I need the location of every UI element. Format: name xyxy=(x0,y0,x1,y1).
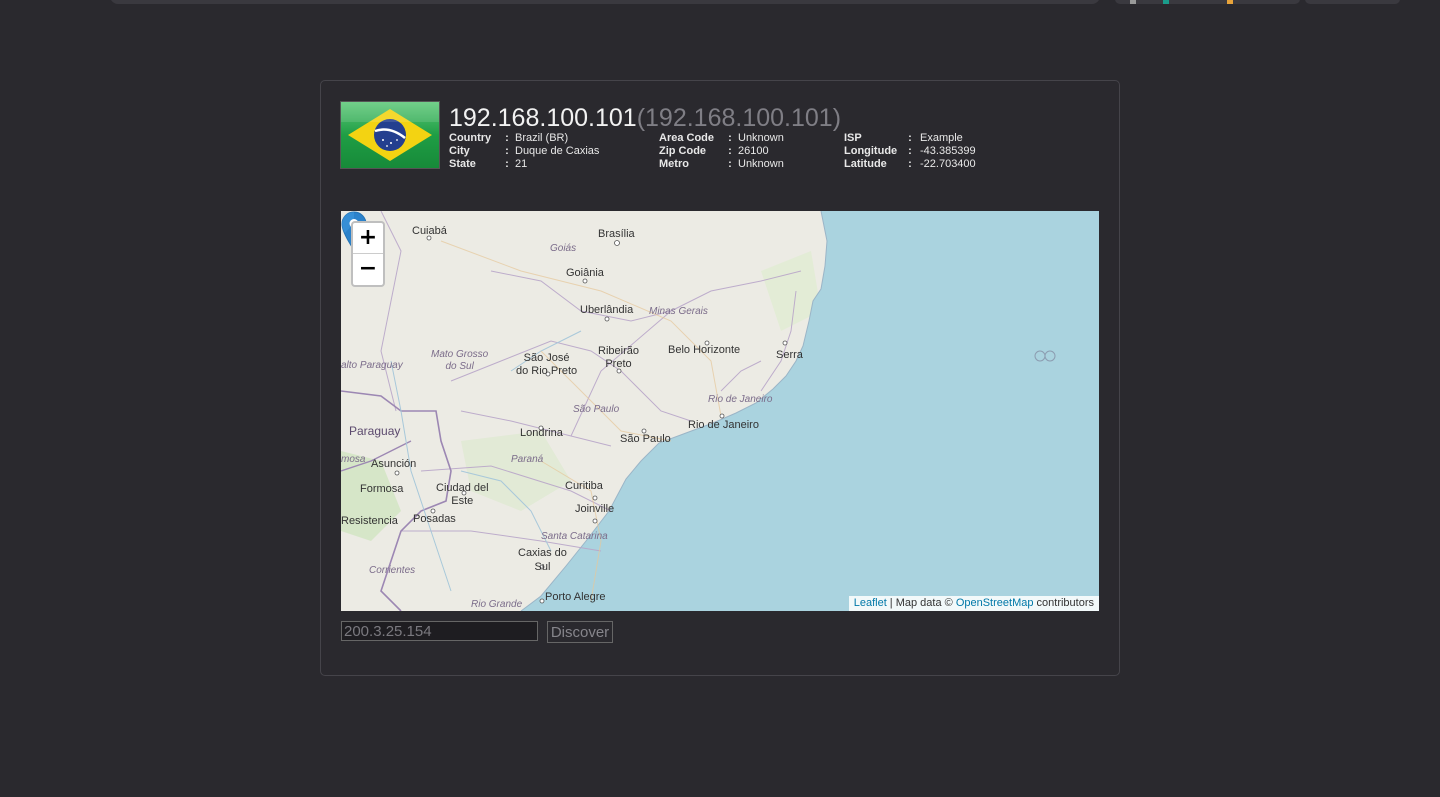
info-sep: : xyxy=(728,145,732,157)
browser-chrome xyxy=(0,0,1440,8)
info-value-longitude: -43.385399 xyxy=(920,145,976,157)
map-label-city: Londrina xyxy=(520,427,563,439)
info-row-country: Country: Brazil (BR) xyxy=(449,132,599,145)
map-label-city: São Paulo xyxy=(620,433,671,445)
zoom-out-button[interactable]: − xyxy=(353,254,383,284)
attribution-text: contributors xyxy=(1033,597,1094,609)
info-sep: : xyxy=(908,158,912,170)
info-column-codes: Area Code: Unknown Zip Code:26100 Metro: U… xyxy=(659,132,784,171)
map-label-country: Paraguay xyxy=(349,424,401,438)
extension-icon[interactable] xyxy=(1163,0,1169,4)
info-value-isp: Example xyxy=(920,132,963,144)
info-key: Latitude xyxy=(844,158,887,170)
info-key: Country xyxy=(449,132,492,144)
info-sep: : xyxy=(505,158,509,170)
info-sep: : xyxy=(505,132,509,144)
info-row-isp: ISP: Example xyxy=(844,132,976,145)
info-row-longitude: Longitude: -43.385399 xyxy=(844,145,976,158)
map-tiles xyxy=(341,211,1099,611)
attribution-text: | Map data © xyxy=(886,597,956,609)
map-label-city: Joinville xyxy=(575,503,615,515)
extension-area[interactable] xyxy=(1115,0,1300,4)
info-sep: : xyxy=(908,145,912,157)
brazil-flag-icon xyxy=(341,102,439,168)
info-value-latitude: -22.703400 xyxy=(920,158,976,170)
leaflet-link[interactable]: Leaflet xyxy=(854,597,887,609)
map-label-city: Uberlândia xyxy=(580,304,634,316)
info-key: City xyxy=(449,145,470,157)
ip-heading: 192.168.100.101(192.168.100.101) xyxy=(449,103,841,133)
map-label-city: Curitiba xyxy=(565,480,603,492)
info-sep: : xyxy=(728,158,732,170)
info-sep: : xyxy=(908,132,912,144)
info-value-zip-code: 26100 xyxy=(738,145,769,157)
map-attribution: Leaflet | Map data © OpenStreetMap contr… xyxy=(848,596,1099,611)
map-label-city: Rio de Janeiro xyxy=(688,419,759,431)
info-sep: : xyxy=(728,132,732,144)
map-label-city: Asunción xyxy=(371,458,417,470)
map-label-region: Paraná xyxy=(511,454,544,465)
info-key: Zip Code xyxy=(659,145,707,157)
ip-address-secondary: (192.168.100.101) xyxy=(636,104,842,132)
info-row-metro: Metro: Unknown xyxy=(659,158,784,171)
extension-icon[interactable] xyxy=(1130,0,1136,4)
map-label-city: Formosa xyxy=(360,483,404,495)
map-label-region: Mato Grosso do Sul xyxy=(431,349,489,372)
map-label-city: Cuiabá xyxy=(412,225,447,237)
info-column-network: ISP: Example Longitude: -43.385399 Latitud… xyxy=(844,132,976,171)
map-label-region: Rio Grande xyxy=(471,599,523,610)
openstreetmap-link[interactable]: OpenStreetMap xyxy=(956,597,1034,609)
info-value-country: Brazil (BR) xyxy=(515,132,569,144)
map-label-region: Corrientes xyxy=(369,565,416,576)
discover-button[interactable]: Discover xyxy=(547,621,613,643)
info-value-area-code: Unknown xyxy=(738,132,784,144)
info-key: Area Code xyxy=(659,132,715,144)
ip-search-input[interactable] xyxy=(341,621,538,641)
map-label-city: Belo Horizonte xyxy=(668,344,741,356)
profile-button[interactable] xyxy=(1305,0,1400,4)
address-bar[interactable] xyxy=(110,0,1100,4)
info-sep: : xyxy=(505,145,509,157)
map-label-city: Ciudad del Este xyxy=(436,482,489,507)
info-row-state: State:21 xyxy=(449,158,599,171)
info-key: ISP xyxy=(844,132,862,144)
ip-address: 192.168.100.101 xyxy=(449,104,637,132)
map-label-region: Santa Catarina xyxy=(541,531,608,542)
map-label-region: São Paulo xyxy=(573,404,620,415)
map-label-city: Porto Alegre xyxy=(545,591,606,603)
info-row-city: City: Duque de Caxias xyxy=(449,145,599,158)
info-value-state: 21 xyxy=(515,158,528,170)
info-key: Metro xyxy=(659,158,689,170)
zoom-in-button[interactable]: + xyxy=(353,223,383,254)
location-map[interactable]: Cuiabá Brasília Goiás Goiânia Uberlândia… xyxy=(341,211,1099,611)
extension-icon[interactable] xyxy=(1227,0,1233,4)
map-label-city: Ribeirão Preto xyxy=(598,345,639,370)
map-label-region: mosa xyxy=(341,454,366,465)
map-label-city: Resistencia xyxy=(341,515,398,527)
map-label-region: Minas Gerais xyxy=(649,306,708,317)
map-label-region: Rio de Janeiro xyxy=(708,394,773,405)
map-label-city: São José do Rio Preto xyxy=(516,352,578,377)
zoom-control: + − xyxy=(351,221,385,287)
info-value-city: Duque de Caxias xyxy=(515,145,600,157)
map-label-city: Caxias do Sul xyxy=(518,547,567,573)
map-label-city: Posadas xyxy=(413,513,456,525)
info-row-area-code: Area Code: Unknown xyxy=(659,132,784,145)
info-key: State xyxy=(449,158,476,170)
info-value-metro: Unknown xyxy=(738,158,784,170)
map-label-city: Brasília xyxy=(598,228,635,240)
map-label-city: Goiânia xyxy=(566,267,604,279)
info-column-location: Country: Brazil (BR) City: Duque de Caxias… xyxy=(449,132,599,171)
info-row-zip-code: Zip Code:26100 xyxy=(659,145,784,158)
ip-lookup-panel: 192.168.100.101(192.168.100.101) Country… xyxy=(320,80,1120,676)
map-label-region: Goiás xyxy=(550,243,577,254)
info-key: Longitude xyxy=(844,145,898,157)
map-label-city: Serra xyxy=(776,349,803,361)
map-label-region: alto Paraguay xyxy=(341,360,403,371)
info-row-latitude: Latitude: -22.703400 xyxy=(844,158,976,171)
